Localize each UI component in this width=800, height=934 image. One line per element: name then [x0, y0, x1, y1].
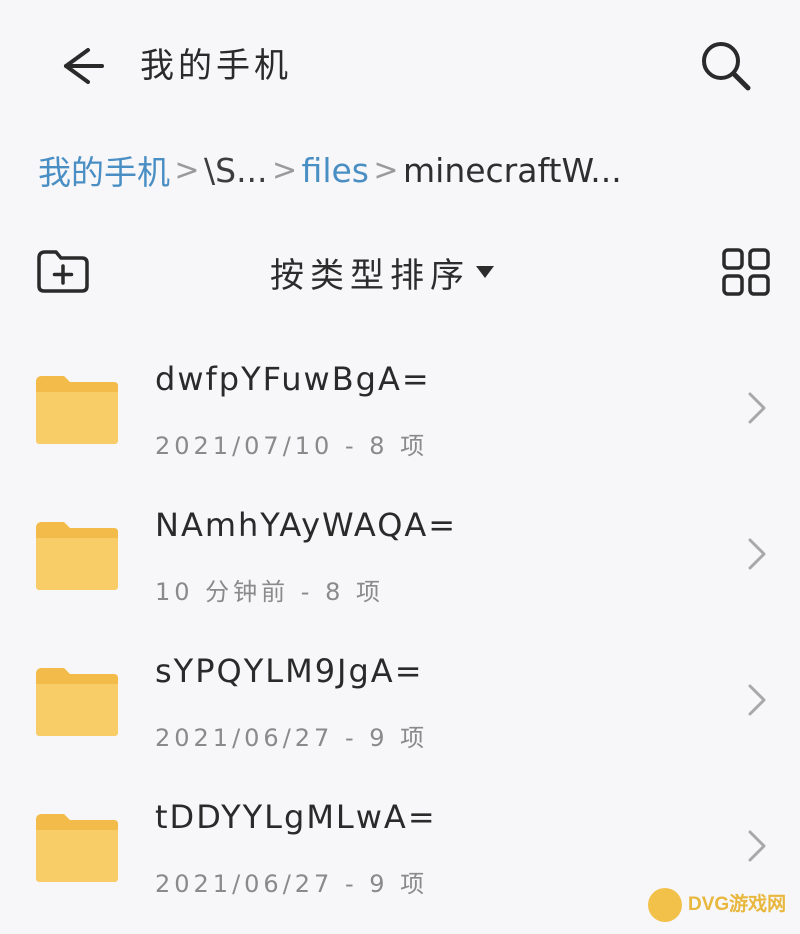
breadcrumb-item-files[interactable]: files — [302, 151, 369, 190]
folder-meta: 2021/06/27 - 9 项 — [155, 724, 429, 752]
watermark-text: DVG游戏网 — [688, 893, 787, 915]
caret-down-icon — [476, 266, 494, 278]
chevron-right-icon — [748, 684, 766, 716]
breadcrumb-item-s[interactable]: \S... — [204, 151, 268, 190]
breadcrumb-item-my-phone[interactable]: 我的手机 — [38, 146, 170, 194]
arrow-left-icon — [64, 48, 104, 84]
folder-icon — [36, 376, 118, 444]
sort-dropdown[interactable]: 按类型排序 — [270, 244, 494, 300]
page-title: 我的手机 — [140, 46, 292, 86]
back-button[interactable] — [52, 40, 108, 92]
new-folder-icon — [37, 250, 89, 293]
folder-name: NAmhYAyWAQA= — [155, 506, 458, 544]
sort-label: 按类型排序 — [270, 255, 470, 296]
folder-icon — [36, 814, 118, 882]
chevron-right-icon — [748, 538, 766, 570]
search-icon — [702, 42, 751, 91]
top-app-bar: 我的手机 — [0, 0, 800, 130]
new-folder-button[interactable] — [34, 246, 92, 296]
grid-view-button[interactable] — [718, 244, 774, 300]
breadcrumb-item-current[interactable]: minecraftW... — [403, 151, 622, 190]
breadcrumb-separator: > — [174, 152, 200, 188]
folder-meta: 10 分钟前 - 8 项 — [155, 578, 384, 606]
file-toolbar: 按类型排序 — [0, 236, 800, 308]
folder-icon — [36, 522, 118, 590]
watermark-logo-icon — [648, 888, 682, 922]
folder-meta: 2021/06/27 - 9 项 — [155, 870, 429, 898]
folder-name: tDDYYLgMLwA= — [155, 798, 437, 836]
breadcrumb-separator: > — [373, 152, 399, 188]
chevron-right-icon — [748, 392, 766, 424]
search-button[interactable] — [696, 36, 756, 96]
breadcrumb-separator: > — [271, 152, 298, 188]
breadcrumb: 我的手机 > \S... > files > minecraftW... — [38, 140, 778, 200]
folder-row[interactable]: sYPQYLM9JgA= 2021/06/27 - 9 项 — [0, 630, 800, 776]
folder-name: sYPQYLM9JgA= — [155, 652, 424, 690]
grid-view-icon — [722, 248, 770, 296]
folder-icon — [36, 668, 118, 736]
watermark: DVG游戏网 — [648, 880, 798, 930]
folder-name: dwfpYFuwBgA= — [155, 360, 431, 398]
folder-row[interactable]: NAmhYAyWAQA= 10 分钟前 - 8 项 — [0, 484, 800, 630]
folder-meta: 2021/07/10 - 8 项 — [155, 432, 429, 460]
folder-row[interactable]: dwfpYFuwBgA= 2021/07/10 - 8 项 — [0, 338, 800, 484]
chevron-right-icon — [748, 830, 766, 862]
folder-list: dwfpYFuwBgA= 2021/07/10 - 8 项 NAmhYAyWAQ… — [0, 338, 800, 922]
